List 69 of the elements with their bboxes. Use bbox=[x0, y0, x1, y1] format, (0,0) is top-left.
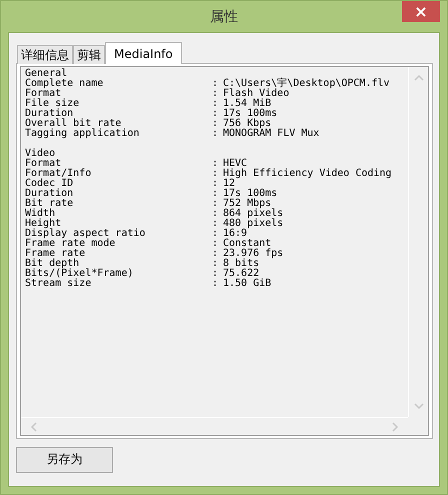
tab[interactable]: MediaInfo bbox=[105, 42, 182, 64]
field-value: 480 pixels bbox=[223, 219, 284, 229]
field-label: Complete name bbox=[25, 78, 104, 89]
field-value: 17s 100ms bbox=[223, 189, 278, 199]
save-as-button[interactable]: 另存为 bbox=[16, 446, 113, 472]
field-label: Width bbox=[25, 208, 56, 219]
section-heading: Video bbox=[25, 148, 56, 159]
field-label: Display aspect ratio bbox=[25, 228, 146, 239]
field-label: Codec ID bbox=[25, 178, 74, 189]
field-label: Stream size bbox=[25, 278, 92, 289]
field-value: 75.622 bbox=[223, 269, 260, 279]
field-value: 756 Kbps bbox=[223, 119, 272, 129]
separator: : bbox=[212, 128, 218, 139]
field-value: High Efficiency Video Coding bbox=[223, 169, 392, 179]
field-label: Frame rate mode bbox=[25, 238, 116, 249]
field-value: 16:9 bbox=[223, 229, 248, 239]
separator: : bbox=[212, 228, 218, 239]
field-value: 23.976 fps bbox=[223, 249, 284, 259]
separator: : bbox=[212, 208, 218, 219]
separator: : bbox=[212, 198, 218, 209]
separator: : bbox=[212, 178, 218, 189]
separator: : bbox=[212, 108, 218, 119]
scroll-right-icon[interactable] bbox=[390, 422, 400, 432]
field-value: MONOGRAM FLV Mux bbox=[223, 129, 320, 139]
field-value: 1.54 MiB bbox=[223, 99, 272, 109]
separator: : bbox=[212, 98, 218, 109]
field-label: Frame rate bbox=[25, 248, 86, 259]
scroll-down-icon[interactable] bbox=[414, 401, 424, 411]
field-label: Height bbox=[25, 218, 62, 229]
field-value: 1.50 GiB bbox=[223, 279, 272, 289]
field-label: Format/Info bbox=[25, 168, 92, 179]
field-label: File size bbox=[25, 98, 80, 109]
section-heading: General bbox=[25, 68, 68, 79]
separator: : bbox=[212, 78, 218, 89]
field-label: Tagging application bbox=[25, 128, 140, 139]
separator: : bbox=[212, 258, 218, 269]
scroll-up-icon[interactable] bbox=[414, 73, 424, 83]
tab[interactable]: 剪辑 bbox=[73, 45, 105, 64]
field-value: Flash Video bbox=[223, 89, 290, 99]
tab[interactable]: 详细信息 bbox=[17, 45, 73, 64]
separator: : bbox=[212, 88, 218, 99]
separator: : bbox=[212, 238, 218, 249]
window-title: 属性 bbox=[210, 8, 238, 26]
field-value: Constant bbox=[223, 239, 272, 249]
field-value: 752 Mbps bbox=[223, 199, 272, 209]
field-label: Bit depth bbox=[25, 258, 80, 269]
separator: : bbox=[212, 248, 218, 259]
separator: : bbox=[212, 188, 218, 199]
field-value: 12 bbox=[223, 179, 236, 189]
separator: : bbox=[212, 278, 218, 289]
field-label: Bit rate bbox=[25, 198, 74, 209]
close-button[interactable]: × bbox=[402, 1, 440, 22]
field-label: Format bbox=[25, 88, 62, 99]
field-value: C:\Users\宇\Desktop\OPCM.flv bbox=[223, 79, 390, 89]
field-value: 864 pixels bbox=[223, 209, 284, 219]
scroll-left-icon[interactable] bbox=[29, 422, 39, 432]
separator: : bbox=[212, 168, 218, 179]
separator: : bbox=[212, 218, 218, 229]
separator: : bbox=[212, 118, 218, 129]
field-label: Bits/(Pixel*Frame) bbox=[25, 268, 134, 279]
separator: : bbox=[212, 158, 218, 169]
separator: : bbox=[212, 268, 218, 279]
field-label: Overall bit rate bbox=[25, 118, 122, 129]
field-value: 17s 100ms bbox=[223, 109, 278, 119]
field-value: 8 bits bbox=[223, 259, 260, 269]
field-value: HEVC bbox=[223, 159, 248, 169]
field-label: Duration bbox=[25, 108, 74, 119]
field-label: Format bbox=[25, 158, 62, 169]
field-label: Duration bbox=[25, 188, 74, 199]
